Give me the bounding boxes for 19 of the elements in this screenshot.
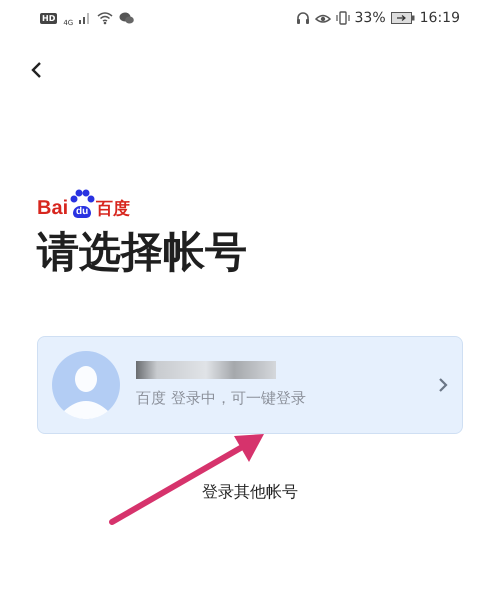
signal-icon [79,12,92,24]
logo-paw-text: du [73,206,92,218]
battery-percent: 33% [354,8,386,28]
logo-latin-text: Bai [37,198,68,218]
paw-icon [69,189,96,205]
chat-icon [119,12,134,24]
vibrate-icon [336,11,350,25]
clock-time: 16:19 [420,8,460,28]
chevron-right-icon [438,377,448,393]
wifi-icon [97,12,114,24]
other-account-link[interactable]: 登录其他帐号 [202,480,298,504]
avatar-icon [52,351,120,419]
headphones-icon [296,11,310,25]
hd-badge: HD [40,12,58,24]
page-title: 请选择帐号 [37,226,248,278]
eye-icon [314,12,331,24]
battery-charging-icon [390,12,415,24]
logo-chinese-text: 百度 [96,201,130,218]
account-status-text: 百度 登录中，可一键登录 [136,388,306,409]
